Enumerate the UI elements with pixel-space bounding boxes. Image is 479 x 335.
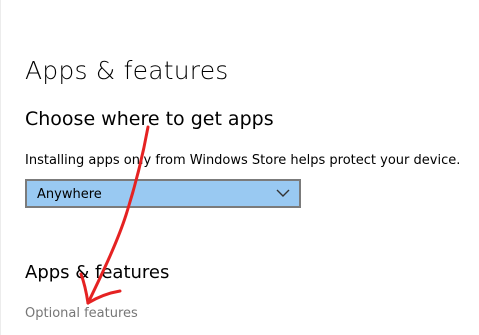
section-heading-install-source: Choose where to get apps bbox=[25, 108, 274, 130]
window-left-border bbox=[0, 0, 1, 335]
install-source-dropdown[interactable]: Anywhere bbox=[25, 179, 301, 208]
dropdown-selected-value: Anywhere bbox=[37, 187, 102, 202]
install-source-description: Installing apps only from Windows Store … bbox=[25, 153, 461, 168]
arrow-head-right bbox=[86, 289, 122, 305]
optional-features-link[interactable]: Optional features bbox=[25, 306, 138, 321]
section-heading-apps-features: Apps & features bbox=[25, 262, 170, 283]
page-title: Apps & features bbox=[25, 56, 229, 85]
chevron-down-icon bbox=[276, 189, 290, 197]
